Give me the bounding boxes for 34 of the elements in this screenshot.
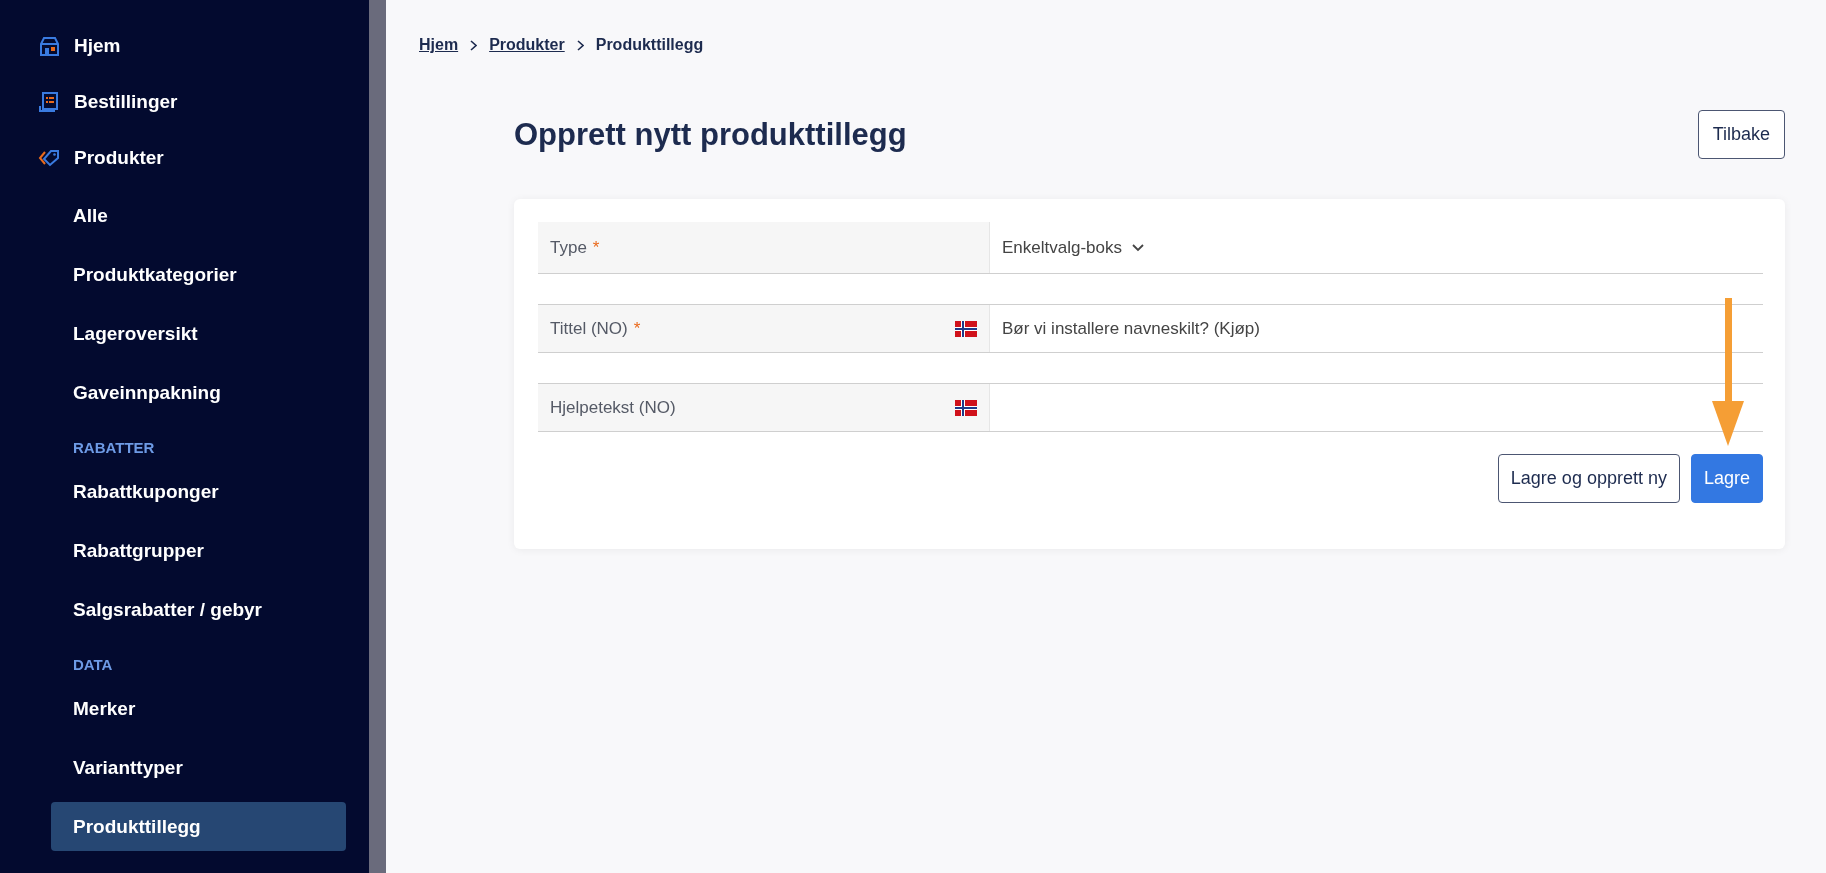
norway-flag-icon bbox=[955, 399, 977, 416]
sidebar-item[interactable]: Salgsrabatter / gebyr bbox=[51, 585, 346, 634]
chevron-right-icon bbox=[576, 39, 584, 51]
sidebar-item[interactable]: Merker bbox=[51, 684, 346, 733]
receipt-icon bbox=[38, 91, 60, 113]
sidebar-section-heading: RABATTER bbox=[73, 437, 156, 458]
sidebar-item[interactable]: Hjem bbox=[38, 18, 369, 74]
breadcrumb-current: Produkttillegg bbox=[595, 36, 704, 54]
field-label: Tittel (NO) * bbox=[550, 318, 641, 339]
chevron-right-icon bbox=[470, 39, 478, 51]
sidebar-item[interactable]: Alle bbox=[51, 191, 346, 240]
page-title: Opprett nytt produkttillegg bbox=[514, 116, 907, 153]
field-label: Type * bbox=[550, 237, 600, 258]
sidebar-item[interactable]: Lageroversikt bbox=[51, 309, 346, 358]
sidebar-item[interactable]: Produkter bbox=[38, 130, 369, 186]
save-button[interactable]: Lagre bbox=[1690, 454, 1763, 503]
sidebar-item[interactable]: Rabattkuponger bbox=[51, 467, 346, 516]
sidebar-item[interactable]: Rabattgrupper bbox=[51, 526, 346, 575]
scrollbar[interactable] bbox=[369, 0, 386, 873]
back-button[interactable]: Tilbake bbox=[1697, 110, 1785, 159]
save-and-new-button[interactable]: Lagre og opprett ny bbox=[1497, 454, 1680, 503]
sidebar-item[interactable]: Varianttyper bbox=[51, 743, 346, 792]
field-label: Hjelpetekst (NO) bbox=[550, 397, 676, 418]
house-icon bbox=[38, 35, 60, 57]
sidebar-section-heading: DATA bbox=[73, 654, 114, 675]
sidebar-item[interactable]: Produkttillegg bbox=[51, 802, 346, 851]
tag-icon bbox=[38, 148, 60, 168]
breadcrumb-link[interactable]: Hjem bbox=[419, 36, 459, 54]
sidebar-item[interactable]: Produktkategorier bbox=[51, 250, 346, 299]
sidebar-item[interactable]: Gaveinnpakning bbox=[51, 368, 346, 417]
chevron-down-icon bbox=[1132, 243, 1144, 252]
sidebar-item[interactable]: Bestillinger bbox=[38, 74, 369, 130]
breadcrumb-link[interactable]: Produkter bbox=[489, 36, 565, 54]
norway-flag-icon bbox=[955, 320, 977, 337]
